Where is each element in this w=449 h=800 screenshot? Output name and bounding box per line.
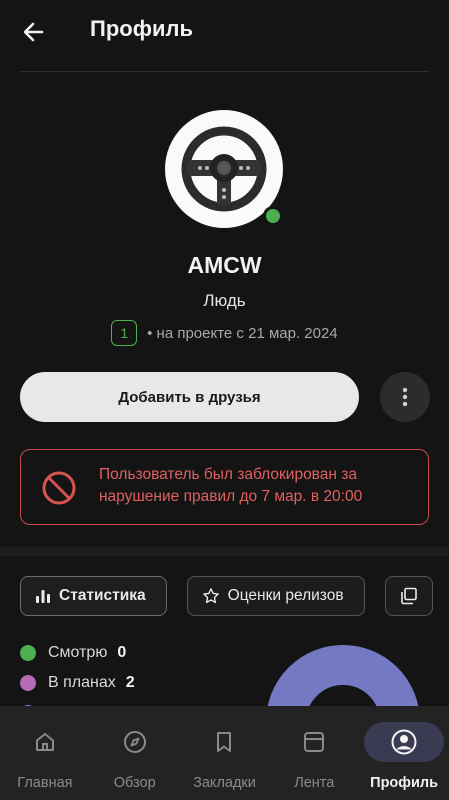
nav-label: Закладки	[193, 775, 256, 791]
page-title: Профиль	[90, 16, 193, 41]
nav-pill	[104, 722, 166, 762]
compass-icon	[123, 731, 146, 753]
nav-item-feed[interactable]: Лента	[269, 706, 359, 800]
nav-item-explore[interactable]: Обзор	[90, 706, 180, 800]
star-icon	[202, 588, 219, 604]
member-since: • на проекте с 21 мар. 2024	[147, 324, 338, 342]
nav-pill	[364, 722, 445, 762]
block-icon	[42, 471, 76, 505]
home-icon	[35, 733, 54, 751]
stat-value: 2	[125, 674, 135, 691]
level-badge: 1	[111, 320, 138, 346]
nav-label: Профиль	[370, 775, 439, 791]
nav-pill	[193, 722, 255, 762]
bookmark-icon	[217, 732, 232, 752]
nav-label: Обзор	[113, 775, 156, 791]
avatar-container[interactable]	[165, 110, 285, 230]
profile-meta: 1 • на проекте с 21 мар. 2024	[0, 320, 449, 346]
profile-tabs: Статистика Оценки релизов	[20, 576, 449, 616]
tab-release-ratings[interactable]: Оценки релизов	[186, 576, 365, 616]
user-status: Людь	[203, 291, 246, 310]
arrow-left-icon	[23, 22, 44, 42]
stat-label: В планах	[48, 674, 116, 691]
divider	[20, 71, 429, 72]
more-options-button[interactable]	[380, 372, 430, 422]
back-button[interactable]	[20, 18, 48, 46]
stat-item-planned: В планах 2	[20, 668, 135, 698]
tab-statistics-label: Статистика	[59, 587, 146, 604]
bar-chart-icon	[36, 590, 50, 603]
nav-item-bookmarks[interactable]: Закладки	[180, 706, 270, 800]
online-status-dot	[263, 206, 283, 226]
feed-icon	[304, 732, 325, 752]
nav-label: Главная	[17, 775, 73, 791]
stat-color-dot	[20, 645, 36, 661]
stat-item-watching: Смотрю 0	[20, 638, 135, 668]
ban-notice: Пользователь был заблокирован за нарушен…	[20, 449, 429, 525]
nav-pill	[14, 722, 76, 762]
add-friend-button[interactable]: Добавить в друзья	[20, 372, 359, 422]
section-divider	[0, 546, 449, 556]
nav-pill	[283, 722, 345, 762]
nav-item-profile[interactable]: Профиль	[359, 706, 449, 800]
profile-icon	[391, 729, 417, 755]
more-vertical-icon	[402, 387, 408, 407]
stat-value: 0	[117, 644, 127, 661]
stat-label: Смотрю	[48, 644, 108, 661]
username: AMCW	[187, 252, 262, 278]
nav-item-home[interactable]: Главная	[0, 706, 90, 800]
top-bar: Профиль	[0, 0, 449, 64]
tab-statistics[interactable]: Статистика	[20, 576, 167, 616]
tab-collections[interactable]	[384, 576, 433, 616]
nav-label: Лента	[294, 775, 335, 791]
tab-release-ratings-label: Оценки релизов	[227, 587, 344, 604]
ban-notice-text: Пользователь был заблокирован за нарушен…	[99, 466, 363, 505]
stat-color-dot	[20, 675, 36, 691]
copy-icon	[400, 587, 417, 605]
bottom-navigation: Главная Обзор Закладки Лента Профиль	[0, 706, 449, 800]
